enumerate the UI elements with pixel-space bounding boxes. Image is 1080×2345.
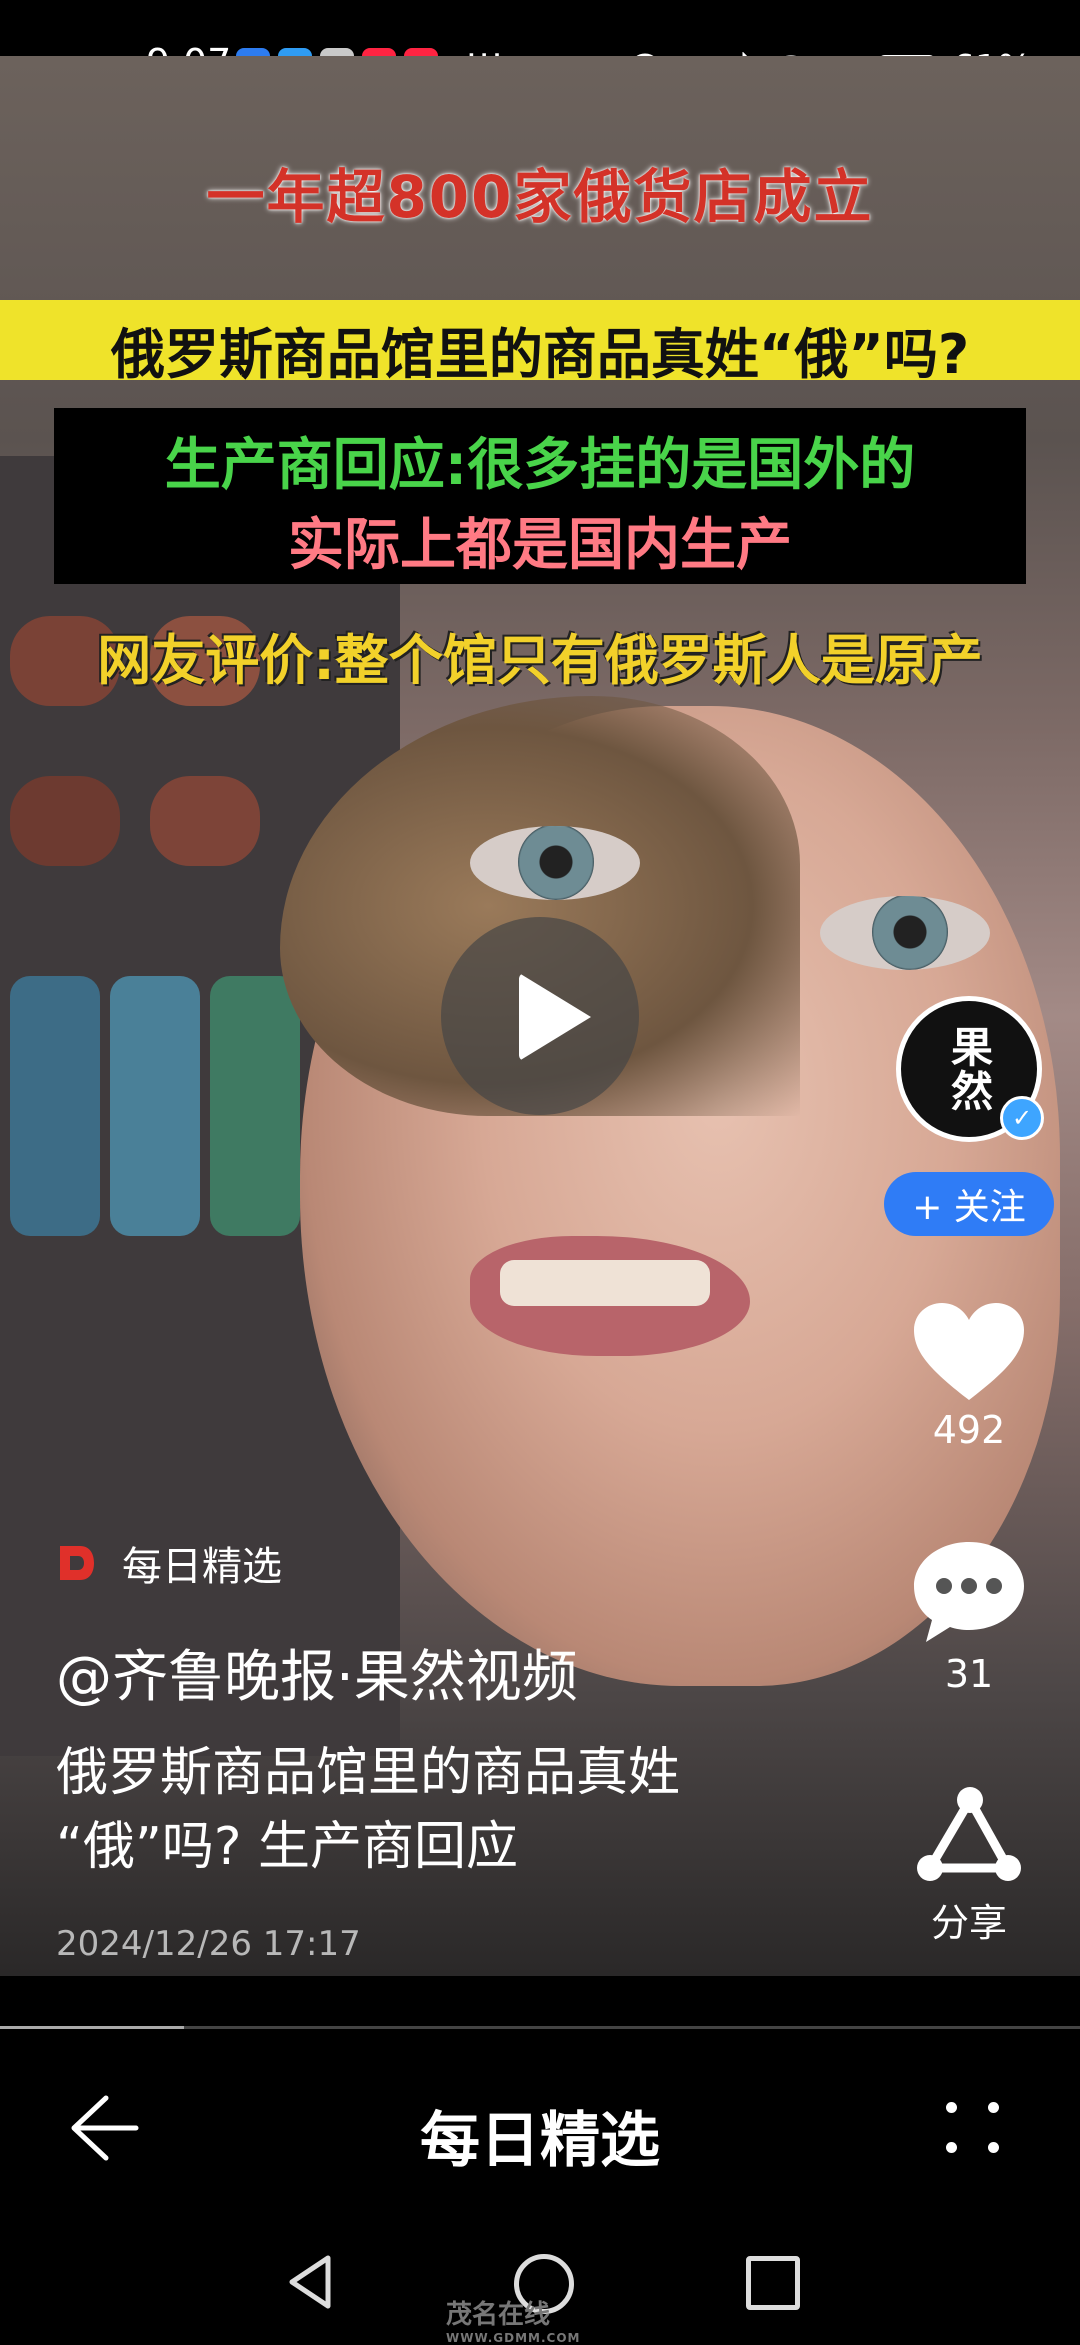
source-label: 每日精选 <box>122 1544 282 1590</box>
like-count: 492 <box>932 1408 1006 1452</box>
nav-recent-icon[interactable] <box>746 2256 800 2310</box>
play-icon <box>519 973 591 1061</box>
right-eye <box>820 896 990 970</box>
left-eye <box>470 826 640 900</box>
comment-button[interactable]: 31 <box>894 1538 1044 1696</box>
share-icon <box>917 1787 1021 1881</box>
source-logo-icon <box>60 1546 94 1580</box>
video-headline-2: 俄罗斯商品馆里的商品真姓“俄”吗? <box>110 323 970 386</box>
caption-line-2: “俄”吗? 生产商回应 <box>56 1817 519 1877</box>
more-options-icon[interactable] <box>938 2092 1008 2162</box>
share-label: 分享 <box>930 1901 1007 1945</box>
watermark: 茂名在线 WWW.GDMM.COM <box>446 2300 581 2345</box>
video-headline-4: 网友评价:整个馆只有俄罗斯人是原产 <box>97 629 983 692</box>
play-button[interactable] <box>441 917 639 1115</box>
video-headline-1: 一年超800家俄货店成立 <box>206 163 874 231</box>
nav-back-icon[interactable] <box>286 2254 334 2310</box>
video-headline-3b: 实际上都是国内生产 <box>288 513 792 578</box>
verified-icon: ✓ <box>1000 1096 1044 1140</box>
comment-icon <box>914 1542 1024 1642</box>
comment-count: 31 <box>944 1652 994 1696</box>
like-button[interactable]: 492 <box>894 1300 1044 1452</box>
author-name[interactable]: @齐鲁晚报·果然视频 <box>56 1632 578 1713</box>
progress-fill <box>0 2026 184 2029</box>
share-button[interactable]: 分享 <box>894 1784 1044 1947</box>
follow-button[interactable]: + 关注 <box>884 1172 1054 1236</box>
video-headline-3a: 生产商回应:很多挂的是国外的 <box>164 433 916 498</box>
video-caption: 俄罗斯商品馆里的商品真姓 “俄”吗? 生产商回应 <box>56 1736 816 1884</box>
heart-icon <box>914 1303 1024 1400</box>
caption-line-1: 俄罗斯商品馆里的商品真姓 <box>56 1743 681 1803</box>
video-progress-bar[interactable] <box>0 2026 1080 2029</box>
source-tag[interactable]: 每日精选 <box>56 1534 282 1592</box>
post-timestamp: 2024/12/26 17:17 <box>56 1924 361 1964</box>
app-title: 每日精选 <box>420 2106 660 2176</box>
